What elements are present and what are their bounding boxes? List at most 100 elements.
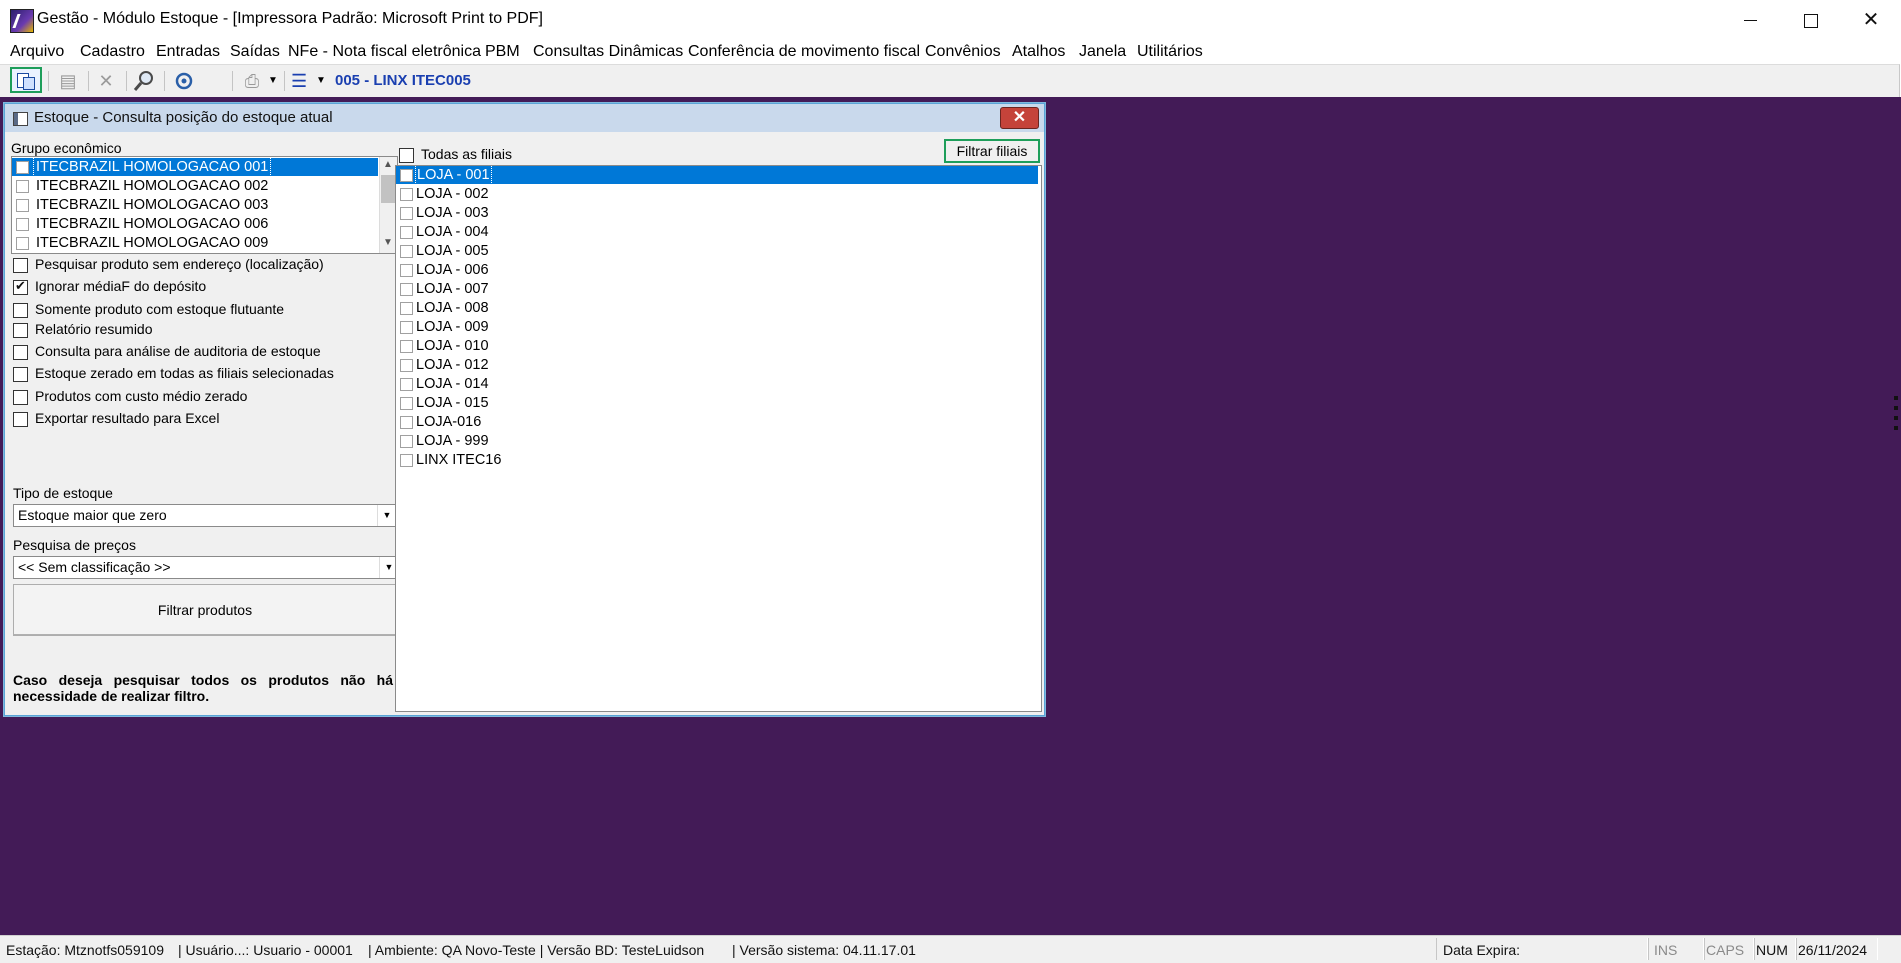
grupo-item[interactable]: ITECBRAZIL HOMOLOGACAO 003	[12, 196, 378, 214]
scroll-up-icon[interactable]: ▲	[383, 159, 393, 170]
grupo-economico-list[interactable]: ITECBRAZIL HOMOLOGACAO 001 ITECBRAZIL HO…	[11, 156, 398, 254]
window-title: Gestão - Módulo Estoque - [Impressora Pa…	[37, 10, 543, 27]
toolbar-separator	[88, 71, 89, 91]
status-ins: INS	[1654, 942, 1678, 958]
filial-checkbox[interactable]	[400, 207, 413, 220]
checkbox[interactable]	[399, 148, 414, 163]
filial-checkbox[interactable]	[400, 169, 413, 182]
menu-consultas-dinamicas[interactable]: Consultas Dinâmicas	[533, 43, 683, 61]
filial-item[interactable]: LOJA - 010	[396, 337, 1038, 355]
dialog-close-button[interactable]: ✕	[1000, 107, 1039, 129]
scroll-down-icon[interactable]: ▼	[383, 237, 393, 248]
filial-checkbox[interactable]	[400, 245, 413, 258]
search-icon[interactable]	[132, 69, 156, 93]
grupo-item[interactable]: ITECBRAZIL HOMOLOGACAO 002	[12, 177, 378, 195]
filial-item[interactable]: LOJA - 002	[396, 185, 1038, 203]
filial-checkbox[interactable]	[400, 226, 413, 239]
filial-checkbox[interactable]	[400, 454, 413, 467]
menu-convenios[interactable]: Convênios	[925, 43, 1001, 61]
checkbox-checked[interactable]	[13, 278, 28, 295]
checkbox[interactable]	[13, 303, 28, 318]
filial-item[interactable]: LINX ITEC16	[396, 451, 1038, 469]
status-ambiente: | Ambiente: QA Novo-Teste | Versão BD: T…	[368, 942, 705, 958]
grupo-checkbox[interactable]	[16, 180, 29, 193]
dialog-title-bar: Estoque - Consulta posição do estoque at…	[5, 104, 1044, 132]
toolbar-separator	[232, 71, 233, 91]
filial-item[interactable]: LOJA - 009	[396, 318, 1038, 336]
maximize-button[interactable]	[1782, 0, 1840, 40]
maximize-icon	[1804, 13, 1818, 28]
filial-checkbox[interactable]	[400, 188, 413, 201]
menu-saidas[interactable]: Saídas	[230, 43, 280, 61]
minimize-button[interactable]	[1721, 0, 1779, 40]
menu-atalhos[interactable]: Atalhos	[1012, 43, 1065, 61]
checkbox[interactable]	[13, 412, 28, 427]
filial-checkbox[interactable]	[400, 340, 413, 353]
filial-item[interactable]: LOJA - 004	[396, 223, 1038, 241]
filial-item[interactable]: LOJA - 008	[396, 299, 1038, 317]
delete-icon[interactable]: ✕	[94, 69, 118, 93]
filial-checkbox[interactable]	[400, 264, 413, 277]
filial-item[interactable]: LOJA - 012	[396, 356, 1038, 374]
filial-item[interactable]: LOJA - 007	[396, 280, 1038, 298]
grupo-item[interactable]: ITECBRAZIL HOMOLOGACAO 001	[12, 157, 378, 177]
refresh-icon[interactable]	[172, 69, 196, 93]
menu-entradas[interactable]: Entradas	[156, 43, 220, 61]
status-date: 26/11/2024	[1798, 942, 1868, 958]
checkbox[interactable]	[13, 390, 28, 405]
menu-pbm[interactable]: PBM	[485, 43, 520, 61]
filial-checkbox[interactable]	[400, 397, 413, 410]
grupo-checkbox[interactable]	[16, 161, 29, 174]
filtrar-filiais-button[interactable]: Filtrar filiais	[944, 139, 1040, 163]
paste-icon[interactable]: ▤	[56, 69, 80, 93]
menu-cadastro[interactable]: Cadastro	[80, 43, 145, 61]
checkbox[interactable]	[13, 367, 28, 382]
filtrar-produtos-button[interactable]: Filtrar produtos	[13, 584, 397, 636]
minimize-icon	[1743, 20, 1757, 22]
filial-item[interactable]: LOJA - 999	[396, 432, 1038, 450]
export-icon[interactable]: ☰	[291, 69, 315, 93]
filial-item[interactable]: LOJA - 001	[396, 166, 1038, 185]
print-dropdown-icon[interactable]: ▼	[268, 69, 292, 93]
grupo-checkbox[interactable]	[16, 199, 29, 212]
filial-item[interactable]: LOJA - 003	[396, 204, 1038, 222]
new-document-icon[interactable]	[10, 67, 42, 93]
filial-checkbox[interactable]	[400, 321, 413, 334]
filial-item[interactable]: LOJA-016	[396, 413, 1038, 431]
filial-checkbox[interactable]	[400, 283, 413, 296]
filial-item[interactable]: LOJA - 005	[396, 242, 1038, 260]
grupo-checkbox[interactable]	[16, 237, 29, 250]
app-logo-icon	[10, 9, 34, 33]
filial-checkbox[interactable]	[400, 435, 413, 448]
print-icon[interactable]: ⎙	[240, 69, 264, 93]
side-grip-handle[interactable]	[1892, 390, 1900, 470]
toolbar: ▤ ✕ ⎙ ▼ ☰ ▼ 005 - LINX ITEC005	[0, 64, 1900, 98]
menu-janela[interactable]: Janela	[1079, 43, 1126, 61]
grupo-economico-label: Grupo econômico	[11, 140, 122, 156]
toolbar-separator	[284, 71, 285, 91]
checkbox[interactable]	[13, 323, 28, 338]
filiais-list[interactable]: LOJA - 001 LOJA - 002 LOJA - 003 LOJA - …	[395, 165, 1042, 712]
filial-item[interactable]: LOJA - 015	[396, 394, 1038, 412]
scrollbar-thumb[interactable]	[381, 175, 396, 203]
grupo-item[interactable]: ITECBRAZIL HOMOLOGACAO 006	[12, 215, 378, 233]
filial-item[interactable]: LOJA - 014	[396, 375, 1038, 393]
chevron-down-icon[interactable]: ▼	[377, 505, 396, 526]
grupo-checkbox[interactable]	[16, 218, 29, 231]
pesquisa-precos-select[interactable]: << Sem classificação >> ▼	[13, 556, 399, 579]
filial-checkbox[interactable]	[400, 302, 413, 315]
close-window-button[interactable]: ✕	[1842, 0, 1900, 40]
menu-utilitarios[interactable]: Utilitários	[1137, 43, 1203, 61]
filial-checkbox[interactable]	[400, 378, 413, 391]
checkbox[interactable]	[13, 258, 28, 273]
menu-nfe[interactable]: NFe - Nota fiscal eletrônica	[288, 43, 481, 61]
grupo-item[interactable]: ITECBRAZIL HOMOLOGACAO 009	[12, 234, 378, 252]
menu-conferencia-movimento-fiscal[interactable]: Conferência de movimento fiscal	[688, 43, 920, 61]
tipo-estoque-select[interactable]: Estoque maior que zero ▼	[13, 504, 397, 527]
checkbox[interactable]	[13, 345, 28, 360]
filial-checkbox[interactable]	[400, 359, 413, 372]
toolbar-separator	[48, 71, 49, 91]
menu-arquivo[interactable]: Arquivo	[10, 43, 64, 61]
filial-checkbox[interactable]	[400, 416, 413, 429]
filial-item[interactable]: LOJA - 006	[396, 261, 1038, 279]
